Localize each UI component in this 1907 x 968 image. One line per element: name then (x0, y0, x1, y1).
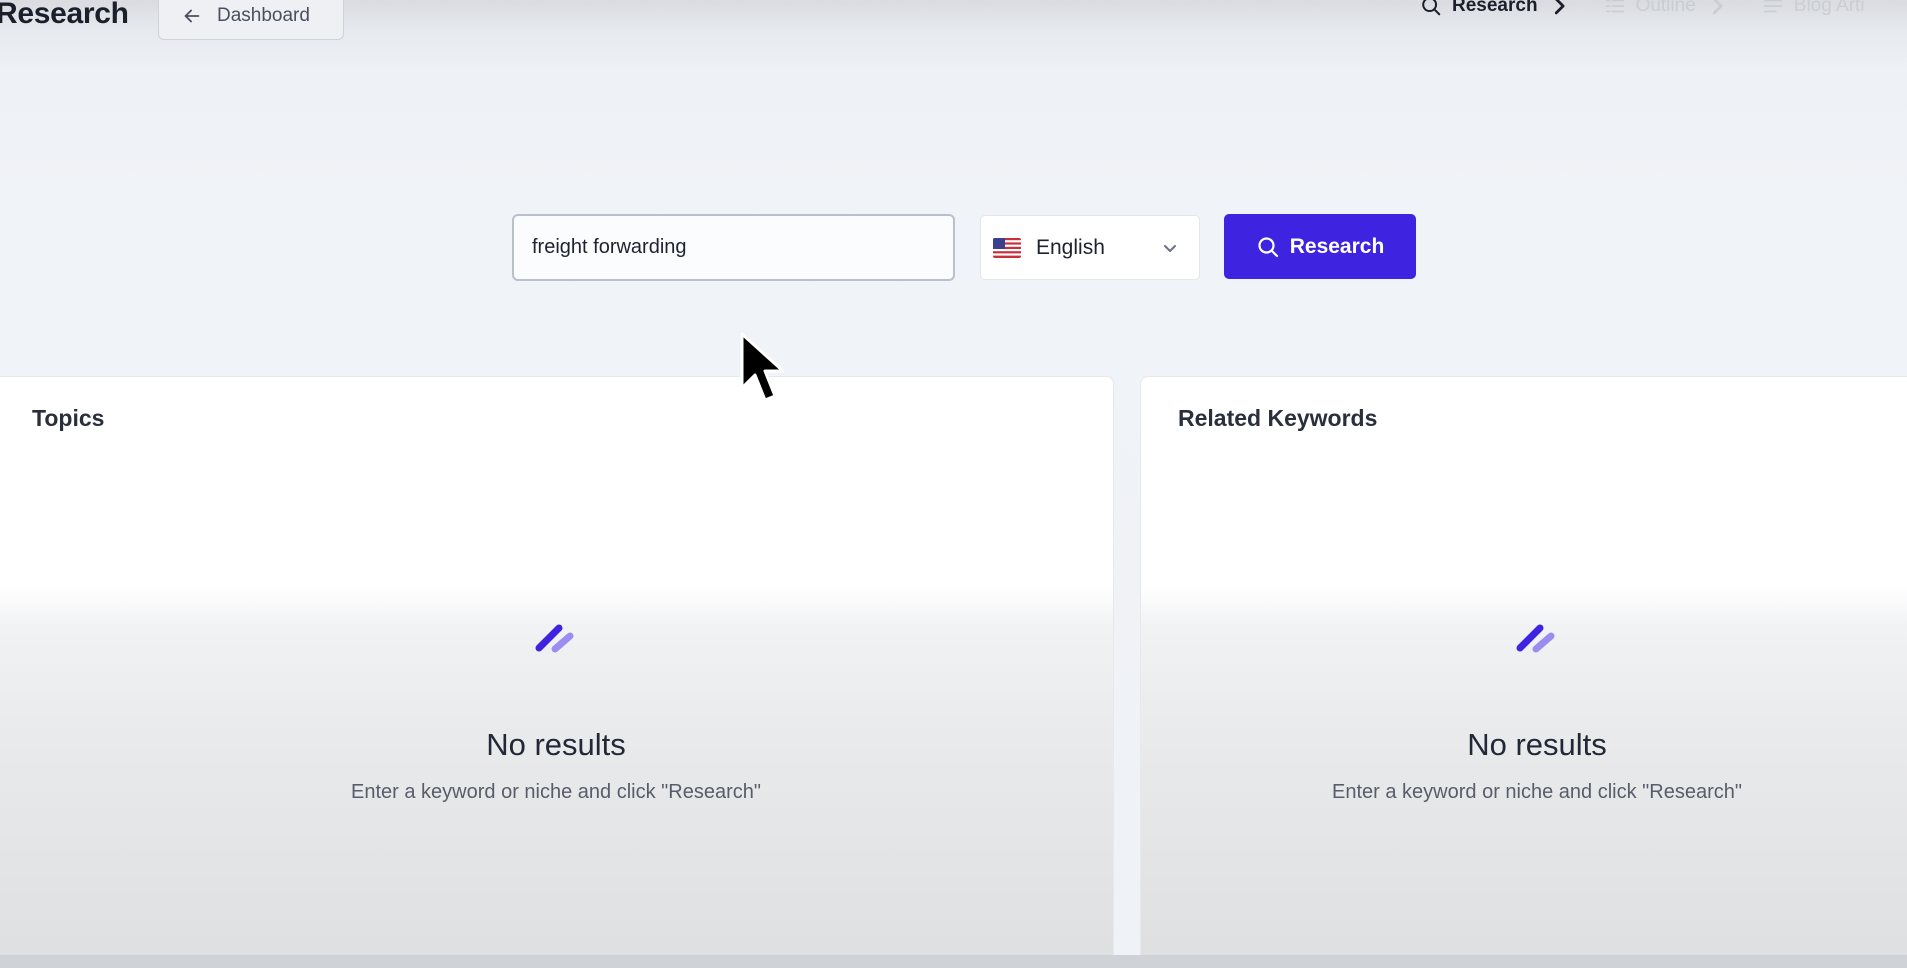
page-title: Research (0, 0, 129, 30)
topics-title: Topics (32, 405, 105, 431)
language-select[interactable]: English (980, 215, 1200, 280)
step-outline[interactable]: Outline (1604, 0, 1728, 17)
empty-state-title: No results (486, 727, 626, 762)
language-label: English (1036, 235, 1105, 259)
step-blog-article[interactable]: Blog Arti (1762, 0, 1865, 17)
bottom-divider (0, 955, 1907, 968)
menu-icon (1763, 0, 1782, 13)
step-label: Outline (1635, 0, 1696, 16)
chevron-right-icon (1712, 0, 1723, 15)
keyword-search-input[interactable] (512, 214, 955, 281)
chevron-right-icon (1554, 0, 1565, 15)
empty-state-icon (1516, 624, 1555, 653)
step-label: Research (1452, 0, 1538, 16)
step-research[interactable]: Research (1420, 0, 1570, 17)
back-to-dashboard-button[interactable]: Dashboard (158, 0, 344, 40)
related-keywords-panel: Related Keywords No results Enter a keyw… (1140, 376, 1907, 968)
arrow-left-icon (184, 9, 200, 23)
list-icon (1605, 0, 1624, 13)
empty-state-icon (535, 624, 574, 653)
chevron-down-icon (1164, 245, 1176, 252)
topics-panel: Topics No results Enter a keyword or nic… (0, 376, 1114, 968)
search-icon (1258, 236, 1278, 257)
empty-state-subtitle: Enter a keyword or niche and click "Rese… (1332, 781, 1742, 803)
empty-state-subtitle: Enter a keyword or niche and click "Rese… (351, 781, 761, 803)
top-header: Research Dashboard Research Outline Blog… (0, 0, 1907, 50)
research-button-label: Research (1289, 234, 1385, 258)
us-flag-icon (993, 237, 1021, 258)
back-button-label: Dashboard (217, 5, 310, 26)
research-button[interactable]: Research (1224, 214, 1416, 279)
mouse-cursor-icon (740, 332, 785, 402)
step-breadcrumb: Research Outline Blog Arti (1420, 0, 1865, 20)
related-keywords-title: Related Keywords (1178, 405, 1378, 431)
search-icon (1422, 0, 1441, 16)
step-label: Blog Arti (1793, 0, 1865, 16)
empty-state-title: No results (1467, 727, 1607, 762)
